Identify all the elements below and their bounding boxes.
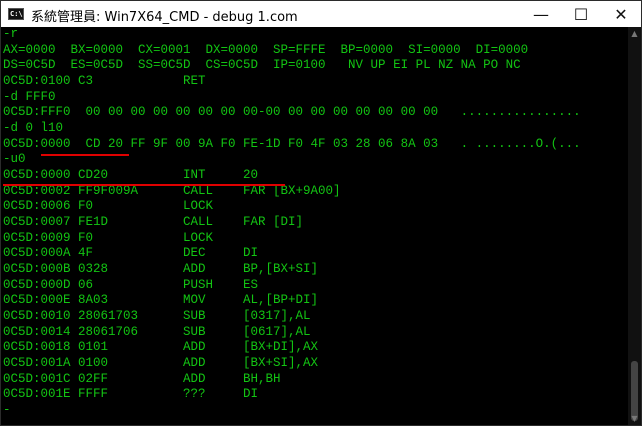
terminal-output: -r AX=0000 BX=0000 CX=0001 DX=0000 SP=FFF… bbox=[3, 27, 581, 419]
terminal-line: DS=0C5D ES=0C5D SS=0C5D CS=0C5D IP=0100 … bbox=[3, 58, 521, 73]
terminal-line: 0C5D:000D 06 PUSH ES bbox=[3, 277, 259, 292]
annotation-underline-unassemble bbox=[3, 184, 285, 186]
scroll-up-icon[interactable]: ▲ bbox=[630, 29, 639, 38]
maximize-button[interactable]: ☐ bbox=[561, 1, 601, 27]
console-window: C:\ 系統管理員: Win7X64_CMD - debug 1.com — ☐… bbox=[0, 0, 642, 426]
console-app-icon: C:\ bbox=[8, 8, 24, 20]
terminal-line: 0C5D:0002 FF9F009A CALL FAR [BX+9A00] bbox=[3, 183, 341, 198]
console-app-icon-label: C:\ bbox=[10, 10, 23, 18]
terminal-line: 0C5D:000A 4F DEC DI bbox=[3, 246, 259, 261]
terminal-line: 0C5D:0006 F0 LOCK bbox=[3, 199, 214, 214]
terminal-line: 0C5D:0010 28061703 SUB [0317],AL bbox=[3, 309, 311, 324]
terminal-line: - bbox=[3, 403, 11, 418]
annotation-underline-dump bbox=[41, 154, 129, 156]
maximize-icon: ☐ bbox=[573, 4, 589, 24]
terminal-line: 0C5D:0000 CD20 INT 20 bbox=[3, 168, 259, 183]
terminal-line: -r bbox=[3, 27, 19, 41]
terminal-line: 0C5D:0018 0101 ADD [BX+DI],AX bbox=[3, 340, 319, 355]
vertical-scrollbar[interactable]: ▲ ▼ bbox=[628, 27, 641, 425]
terminal-line: 0C5D:FFF0 00 00 00 00 00 00 00 00-00 00 … bbox=[3, 105, 581, 120]
scroll-down-icon[interactable]: ▼ bbox=[630, 414, 639, 423]
terminal-line: 0C5D:0009 F0 LOCK bbox=[3, 230, 214, 245]
terminal-line: 0C5D:0014 28061706 SUB [0617],AL bbox=[3, 324, 311, 339]
title-bar[interactable]: C:\ 系統管理員: Win7X64_CMD - debug 1.com — ☐… bbox=[1, 1, 641, 27]
terminal-line: 0C5D:000B 0328 ADD BP,[BX+SI] bbox=[3, 262, 319, 277]
terminal-line: -d 0 l10 bbox=[3, 121, 64, 136]
terminal-line: 0C5D:001E FFFF ??? DI bbox=[3, 387, 259, 402]
terminal-line: 0C5D:001A 0100 ADD [BX+SI],AX bbox=[3, 356, 319, 371]
terminal-line: 0C5D:001C 02FF ADD BH,BH bbox=[3, 371, 281, 386]
terminal-line: 0C5D:0100 C3 RET bbox=[3, 74, 206, 89]
minimize-icon: — bbox=[533, 4, 549, 24]
terminal-line: AX=0000 BX=0000 CX=0001 DX=0000 SP=FFFE … bbox=[3, 42, 529, 57]
close-icon: ✕ bbox=[614, 4, 628, 24]
scroll-thumb[interactable] bbox=[631, 361, 638, 421]
minimize-button[interactable]: — bbox=[521, 1, 561, 27]
terminal-line: 0C5D:0000 CD 20 FF 9F 00 9A F0 FE-1D F0 … bbox=[3, 136, 581, 151]
window-title: 系統管理員: Win7X64_CMD - debug 1.com bbox=[31, 10, 298, 25]
terminal-line: 0C5D:000E 8A03 MOV AL,[BP+DI] bbox=[3, 293, 319, 308]
close-button[interactable]: ✕ bbox=[601, 1, 641, 27]
terminal-line: 0C5D:0007 FE1D CALL FAR [DI] bbox=[3, 215, 304, 230]
terminal-area[interactable]: -r AX=0000 BX=0000 CX=0001 DX=0000 SP=FFF… bbox=[1, 27, 628, 425]
terminal-line: -d FFF0 bbox=[3, 89, 56, 104]
